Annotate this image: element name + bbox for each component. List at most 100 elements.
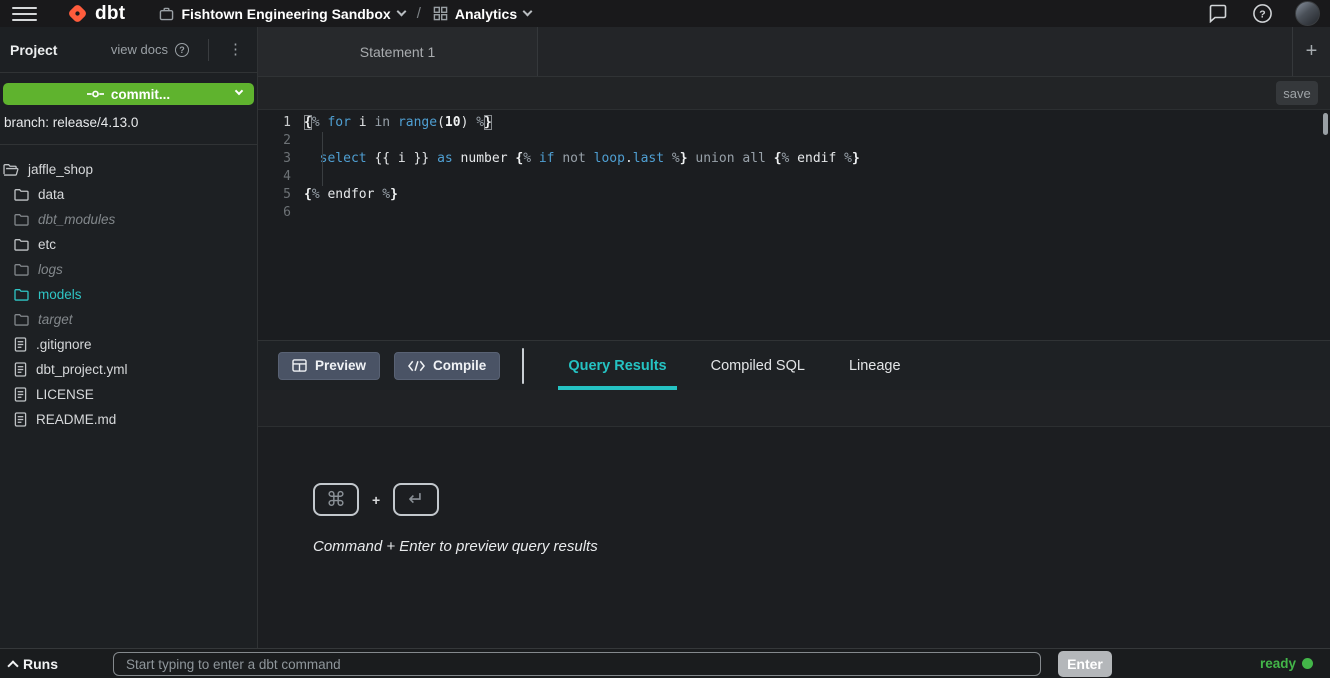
tab-statement-1[interactable]: Statement 1 [258,27,538,76]
chevron-down-icon [396,7,406,17]
project-header: Project view docs ? ⋮ [0,27,257,73]
runs-toggle[interactable]: Runs [9,656,58,672]
enter-key-icon: ↵ [393,483,439,516]
tree-item-logs[interactable]: logs [0,257,257,282]
editor-area: Statement 1 + save 123456 {% for i in ra… [258,27,1330,648]
chat-icon [1208,4,1228,23]
briefcase-icon [159,7,174,21]
preview-button-label: Preview [315,358,366,373]
tree-item-label: logs [38,262,63,277]
tree-item-label: README.md [36,412,116,427]
compile-button[interactable]: Compile [394,352,500,380]
tree-item-jaffle-shop[interactable]: jaffle_shop [0,157,257,182]
dbt-command-input[interactable] [113,652,1041,676]
code-line-5[interactable]: {% endfor %} [304,186,1330,204]
command-key-icon: ⌘ [313,483,359,516]
enter-button[interactable]: Enter [1058,651,1112,677]
new-tab-button[interactable]: + [1292,27,1330,76]
indent-guide [322,132,323,186]
table-icon [292,359,307,372]
tree-item-target[interactable]: target [0,307,257,332]
code-line-4[interactable] [304,168,1330,186]
commit-button[interactable]: commit... [3,83,254,105]
tree-item-readme-md[interactable]: README.md [0,407,257,432]
line-number: 3 [258,150,291,168]
tree-item-label: target [38,312,73,327]
hamburger-menu-icon[interactable] [12,7,37,21]
tree-item-label: jaffle_shop [28,162,93,177]
status-dot [1302,658,1313,669]
top-bar: dbt Fishtown Engineering Sandbox / Analy… [0,0,1330,27]
panel-tabs: Query ResultsCompiled SQLLineage [546,341,922,390]
code-lines: {% for i in range(10) %} select {{ i }} … [304,114,1330,340]
tab-query-results[interactable]: Query Results [546,341,688,390]
compile-button-label: Compile [433,358,486,373]
svg-text:?: ? [1259,8,1265,20]
file-icon [14,362,27,377]
tree-item-dbt-project-yml[interactable]: dbt_project.yml [0,357,257,382]
tree-item-label: etc [38,237,56,252]
status-text: ready [1260,656,1296,671]
file-icon [14,412,27,427]
line-number: 5 [258,186,291,204]
tree-item-label: .gitignore [36,337,92,352]
tree-item-label: LICENSE [36,387,94,402]
view-docs-help-icon[interactable]: ? [175,43,189,57]
workspace-selector[interactable]: Fishtown Engineering Sandbox [159,6,404,22]
runs-label: Runs [23,656,58,672]
editor-tabstrip: Statement 1 + [258,27,1330,77]
chevron-down-icon [235,87,243,95]
git-section: commit... branch: release/4.13.0 [0,73,257,145]
tab-lineage[interactable]: Lineage [827,341,923,390]
code-line-1[interactable]: {% for i in range(10) %} [304,114,1330,132]
tree-item-dbt-modules[interactable]: dbt_modules [0,207,257,232]
shortcut-hint-text: Command + Enter to preview query results [313,538,1330,555]
code-editor[interactable]: 123456 {% for i in range(10) %} select {… [258,110,1330,340]
help-button[interactable]: ? [1252,3,1273,24]
workspace-name: Fishtown Engineering Sandbox [181,6,390,22]
file-icon [14,387,27,402]
git-commit-icon [87,89,104,99]
folder-icon [14,188,29,201]
status-indicator: ready [1260,656,1313,671]
tab-compiled-sql[interactable]: Compiled SQL [689,341,827,390]
code-line-3[interactable]: select {{ i }} as number {% if not loop.… [304,150,1330,168]
code-line-6[interactable] [304,204,1330,222]
shortcut-hint-keys: ⌘ + ↵ [313,483,1330,516]
line-number: 1 [258,114,291,132]
caret-up-icon [7,660,18,671]
query-results-pane: ⌘ + ↵ Command + Enter to preview query r… [258,427,1330,648]
user-avatar[interactable] [1295,1,1320,26]
results-panel-subheader [258,390,1330,427]
commit-button-label: commit... [111,87,170,102]
view-docs-link[interactable]: view docs [111,42,168,57]
sidebar-title: Project [10,42,57,58]
code-line-2[interactable] [304,132,1330,150]
chat-button[interactable] [1208,4,1228,23]
line-number: 6 [258,204,291,222]
tree-item-label: dbt_project.yml [36,362,128,377]
dbt-logo[interactable]: dbt [65,1,125,26]
chevron-down-icon [523,7,533,17]
line-number: 2 [258,132,291,150]
tree-item-data[interactable]: data [0,182,257,207]
breadcrumb-separator: / [417,5,421,22]
tree-item-gitignore[interactable]: .gitignore [0,332,257,357]
plus-separator: + [372,492,380,508]
project-selector[interactable]: Analytics [433,6,531,22]
dbt-logo-text: dbt [95,3,125,25]
preview-button[interactable]: Preview [278,352,380,380]
file-icon [14,337,27,352]
tree-item-license[interactable]: LICENSE [0,382,257,407]
folder-icon [14,313,29,326]
tree-item-models[interactable]: models [0,282,257,307]
kebab-menu-icon[interactable]: ⋮ [224,42,247,57]
command-bar: Runs Enter ready [0,648,1330,678]
line-number-gutter: 123456 [258,114,304,340]
save-button[interactable]: save [1276,81,1318,105]
branch-label: branch: release/4.13.0 [4,115,254,130]
editor-scrollbar-thumb[interactable] [1323,113,1328,135]
code-icon [408,360,425,372]
tree-item-label: models [38,287,82,302]
tree-item-etc[interactable]: etc [0,232,257,257]
